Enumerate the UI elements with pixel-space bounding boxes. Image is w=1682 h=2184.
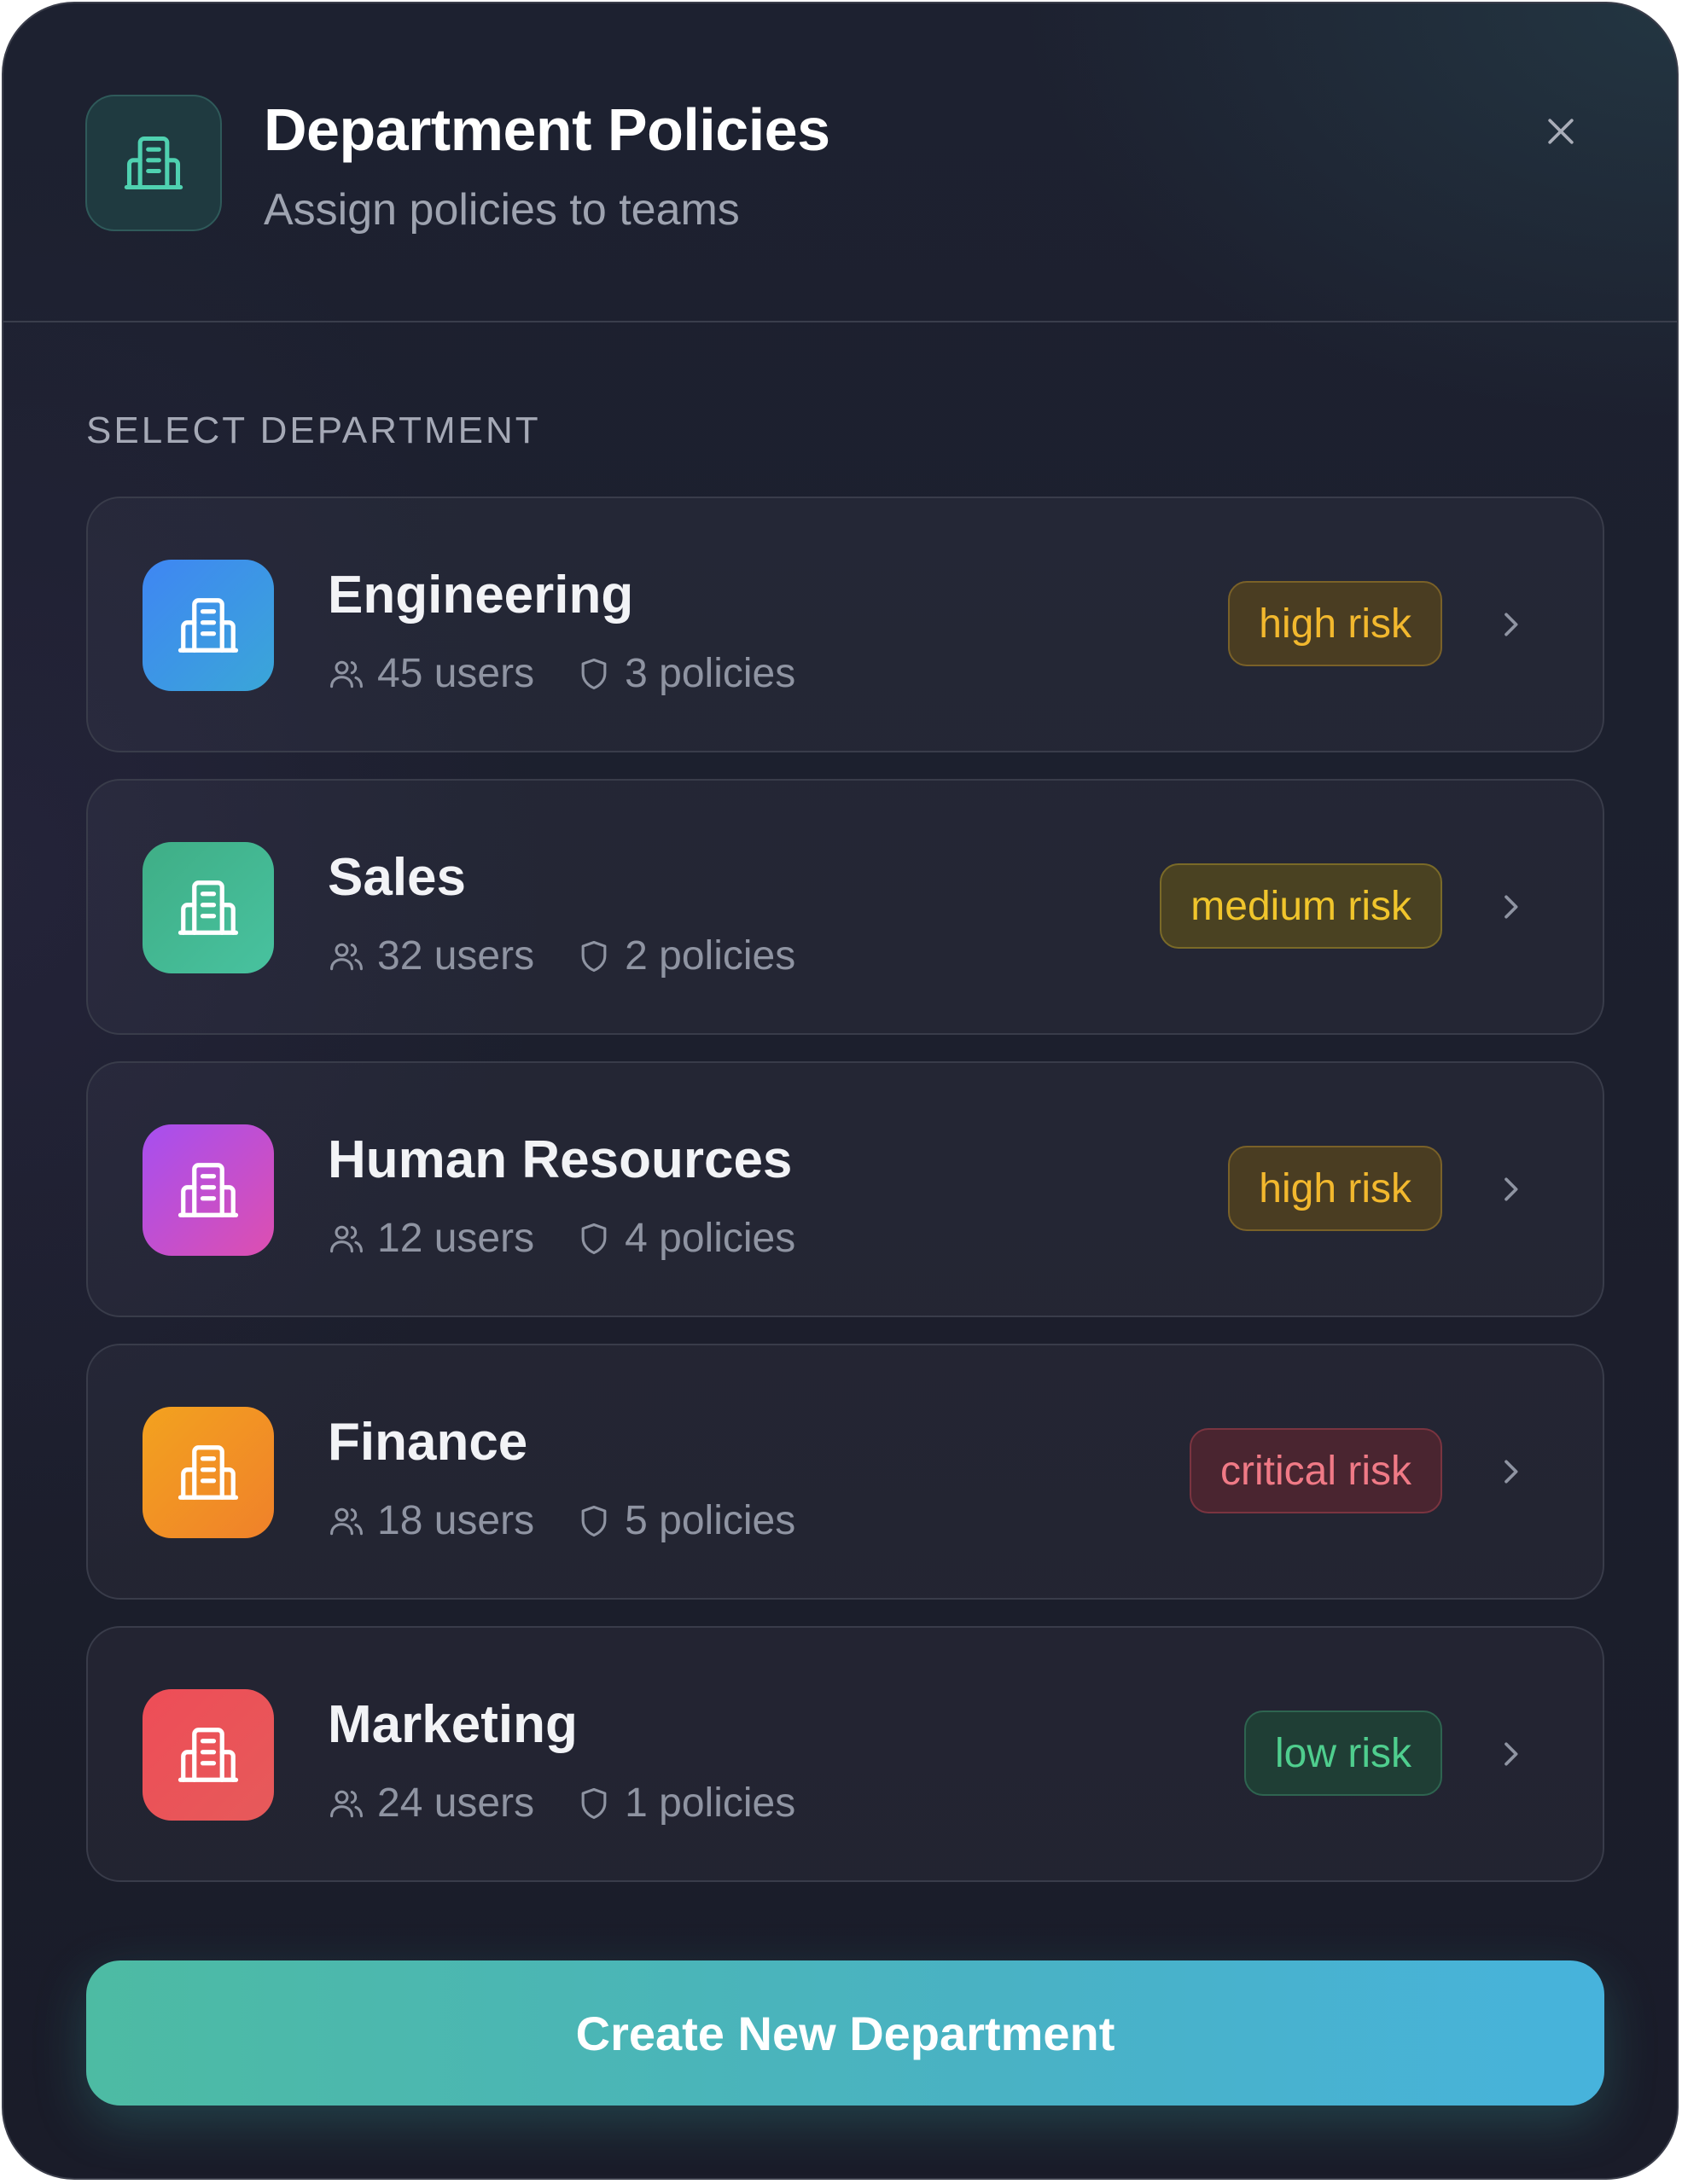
create-department-button[interactable]: Create New Department <box>86 1960 1604 2106</box>
department-meta: 45 users 3 policies <box>328 650 795 697</box>
users-icon <box>330 660 363 688</box>
users-icon <box>330 1790 363 1817</box>
risk-badge: high risk <box>1228 1146 1442 1231</box>
section-label: SELECT DEPARTMENT <box>86 410 541 451</box>
close-button[interactable] <box>1531 102 1591 161</box>
building-icon <box>143 1689 274 1821</box>
chevron-right-icon <box>1487 1448 1534 1496</box>
building-icon <box>143 560 274 691</box>
department-item-marketing[interactable]: Marketing 24 users 1 policies low risk <box>86 1626 1604 1882</box>
department-meta: 18 users 5 policies <box>328 1497 795 1544</box>
users-icon <box>330 1225 363 1252</box>
department-policies-panel: Department Policies Assign policies to t… <box>2 2 1679 2180</box>
risk-badge: medium risk <box>1160 863 1442 949</box>
department-name: Finance <box>328 1413 528 1472</box>
page-subtitle: Assign policies to teams <box>264 185 740 235</box>
policies-count: 3 policies <box>625 651 796 696</box>
policies-count: 5 policies <box>625 1498 796 1543</box>
shield-icon <box>581 940 607 972</box>
page-title: Department Policies <box>264 96 830 163</box>
policies-count: 4 policies <box>625 1216 796 1261</box>
building-icon <box>85 95 222 231</box>
users-count: 32 users <box>377 933 535 979</box>
building-icon <box>143 842 274 973</box>
chevron-right-icon <box>1487 1165 1534 1213</box>
users-count: 24 users <box>377 1780 535 1826</box>
policies-count: 2 policies <box>625 933 796 979</box>
risk-badge: critical risk <box>1190 1428 1442 1513</box>
risk-badge: low risk <box>1243 1711 1442 1796</box>
shield-icon <box>581 1505 607 1536</box>
department-meta: 12 users 4 policies <box>328 1215 795 1262</box>
building-icon <box>143 1124 274 1256</box>
chevron-right-icon <box>1487 883 1534 931</box>
shield-icon <box>581 1223 607 1254</box>
chevron-right-icon <box>1487 601 1534 648</box>
users-count: 45 users <box>377 651 535 696</box>
department-item-human-resources[interactable]: Human Resources 12 users 4 policies high… <box>86 1061 1604 1317</box>
shield-icon <box>581 1787 607 1819</box>
department-item-engineering[interactable]: Engineering 45 users 3 policies high ris… <box>86 497 1604 752</box>
close-icon <box>1548 119 1574 144</box>
department-meta: 24 users 1 policies <box>328 1780 795 1827</box>
department-list: Engineering 45 users 3 policies high ris… <box>86 497 1604 1908</box>
department-name: Human Resources <box>328 1130 793 1189</box>
policies-count: 1 policies <box>625 1780 796 1826</box>
users-count: 18 users <box>377 1498 535 1543</box>
users-icon <box>330 1507 363 1535</box>
department-name: Engineering <box>328 566 634 624</box>
users-count: 12 users <box>377 1216 535 1261</box>
department-item-finance[interactable]: Finance 18 users 5 policies critical ris… <box>86 1344 1604 1600</box>
department-name: Marketing <box>328 1695 578 1754</box>
users-icon <box>330 943 363 970</box>
department-meta: 32 users 2 policies <box>328 932 795 979</box>
panel-header: Department Policies Assign policies to t… <box>3 3 1677 322</box>
shield-icon <box>581 658 607 689</box>
building-icon <box>143 1407 274 1538</box>
department-name: Sales <box>328 848 467 907</box>
chevron-right-icon <box>1487 1730 1534 1778</box>
department-item-sales[interactable]: Sales 32 users 2 policies medium risk <box>86 779 1604 1035</box>
risk-badge: high risk <box>1228 581 1442 666</box>
